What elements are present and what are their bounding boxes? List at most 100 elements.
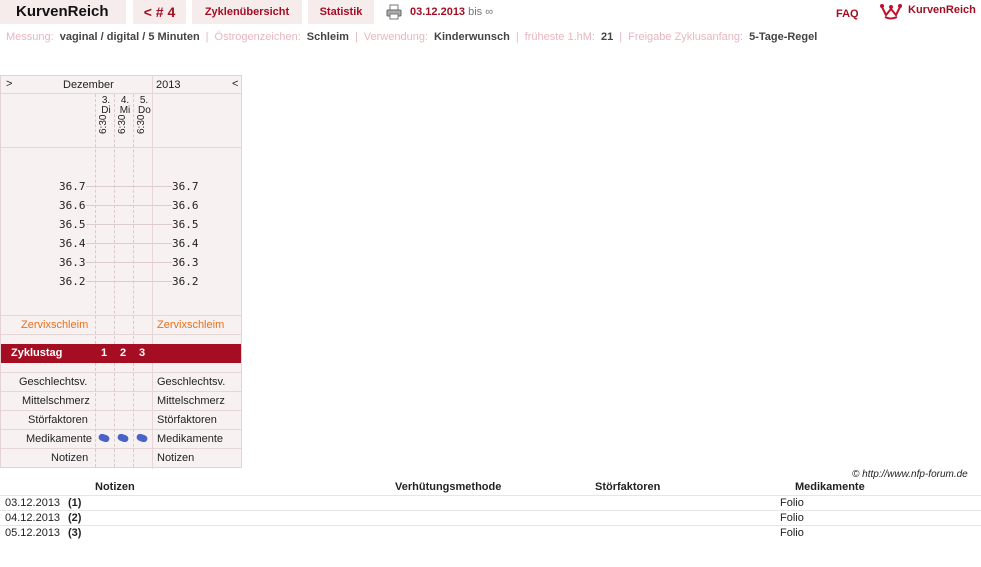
pill-icon[interactable] [136,434,148,442]
row-index: (1) [68,497,82,509]
temperature-label-right: 36.7 [172,180,199,193]
cervix-label-right: Zervixschleim [157,319,225,331]
day-grid-line [133,363,134,467]
info-label-verwendung: Verwendung: [363,31,429,43]
row-medikamente: Folio [780,512,804,524]
table-row: 03.12.2013 (1) Folio [0,495,981,511]
temperature-label-right: 36.6 [172,199,199,212]
row-label-stoerfaktoren: Störfaktoren [28,414,88,426]
next-month-button[interactable]: < [232,78,238,90]
table-row: 04.12.2013 (2) Folio [0,510,981,526]
cycle-day-bar: Zyklustag 1 2 3 [1,344,241,363]
copyright: © http://www.nfp-forum.de [852,469,968,480]
divider [1,334,241,335]
temperature-label-left: 36.4 [59,237,86,250]
cycle-day-3: 3 [139,347,146,359]
divider [1,448,241,449]
row-date: 03.12.2013 [5,497,61,509]
measure-time: 6:30 [117,114,128,134]
info-value-messung: vaginal / digital / 5 Minuten [59,31,200,43]
settings-info-line: Messung: vaginal / digital / 5 Minuten | Ös… [6,29,823,45]
divider [1,391,241,392]
row-label-medikamente: Medikamente [26,433,93,445]
col-medikamente: Medikamente [795,481,865,493]
notes-table-header: Notizen Verhütungsmethode Störfaktoren M… [0,481,981,495]
col-stoerfaktoren: Störfaktoren [595,481,661,493]
temperature-label-right: 36.3 [172,256,199,269]
divider [1,372,241,373]
day-column-2[interactable]: 4. Mi [119,96,131,116]
cycle-chart: > Dezember 2013 < 3. Di 4. Mi 5. Do 6:30… [0,75,242,469]
table-row: 05.12.2013 (3) Folio [0,525,981,541]
date-from: 03.12.2013 [410,6,466,18]
cycle-day-label: Zyklustag [11,347,63,359]
row-medikamente: Folio [780,527,804,539]
day-grid-line [114,363,115,467]
cycle-day-1: 1 [101,347,108,359]
prev-month-button[interactable]: > [6,78,12,90]
cycle-day-2: 2 [120,347,127,359]
separator: | [354,31,358,43]
divider [1,410,241,411]
row-label-geschlechtsv-right: Geschlechtsv. [157,376,226,388]
info-value-verwendung: Kinderwunsch [434,31,510,43]
row-label-mittelschmerz-right: Mittelschmerz [157,395,225,407]
cycle-number-button[interactable]: < # 4 [133,0,186,24]
day-column-1[interactable]: 3. Di [100,96,112,116]
row-date: 05.12.2013 [5,527,61,539]
measure-time: 6:30 [98,114,109,134]
col-verhuetungsmethode: Verhütungsmethode [395,481,502,493]
row-label-notizen-right: Notizen [157,452,195,464]
temperature-label-left: 36.2 [59,275,86,288]
info-label-oestrogen: Östrogenzeichen: [214,31,301,43]
separator: | [205,31,209,43]
date-bis: bis [468,6,483,18]
divider [1,315,241,316]
day-grid-line [95,363,96,467]
measure-time: 6:30 [136,114,147,134]
divider [1,147,241,148]
top-bar: KurvenReich < # 4 Zyklenübersicht Statis… [0,0,981,26]
temperature-label-left: 36.6 [59,199,86,212]
temperature-label-right: 36.2 [172,275,199,288]
temperature-label-right: 36.4 [172,237,199,250]
date-to: ∞ [485,6,494,18]
info-label-hm: früheste 1.hM: [524,31,595,43]
divider [1,93,241,94]
info-label-messung: Messung: [6,31,54,43]
col-notizen: Notizen [95,481,135,493]
row-index: (2) [68,512,82,524]
printer-icon[interactable] [386,4,402,20]
row-label-geschlechtsv: Geschlechtsv. [19,376,88,388]
pill-icon[interactable] [98,434,110,442]
crown-logo-icon [880,4,902,20]
day-grid-line [114,94,115,344]
faq-link[interactable]: FAQ [836,4,859,24]
info-value-hm: 21 [601,31,614,43]
day-grid-line [95,94,96,344]
tab-statistik[interactable]: Statistik [308,0,374,24]
day-grid-line [133,94,134,344]
row-index: (3) [68,527,82,539]
separator: | [515,31,519,43]
year-label: 2013 [156,79,181,91]
row-label-medikamente-right: Medikamente [157,433,224,445]
divider [152,76,153,469]
tab-zyklenuebersicht[interactable]: Zyklenübersicht [192,0,302,24]
day-column-3[interactable]: 5. Do [138,96,151,116]
info-label-freigabe: Freigabe Zyklusanfang: [628,31,744,43]
info-value-freigabe: 5-Tage-Regel [749,31,818,43]
row-label-mittelschmerz: Mittelschmerz [22,395,90,407]
row-label-notizen: Notizen [51,452,89,464]
row-medikamente: Folio [780,497,804,509]
date-range: 03.12.2013 bis ∞ [410,0,493,24]
pill-icon[interactable] [117,434,129,442]
row-label-stoerfaktoren-right: Störfaktoren [157,414,217,426]
temperature-label-left: 36.3 [59,256,86,269]
separator: | [619,31,623,43]
temperature-label-right: 36.5 [172,218,199,231]
temperature-label-left: 36.5 [59,218,86,231]
month-label: Dezember [63,79,114,91]
app-title: KurvenReich [0,0,126,24]
temperature-label-left: 36.7 [59,180,86,193]
